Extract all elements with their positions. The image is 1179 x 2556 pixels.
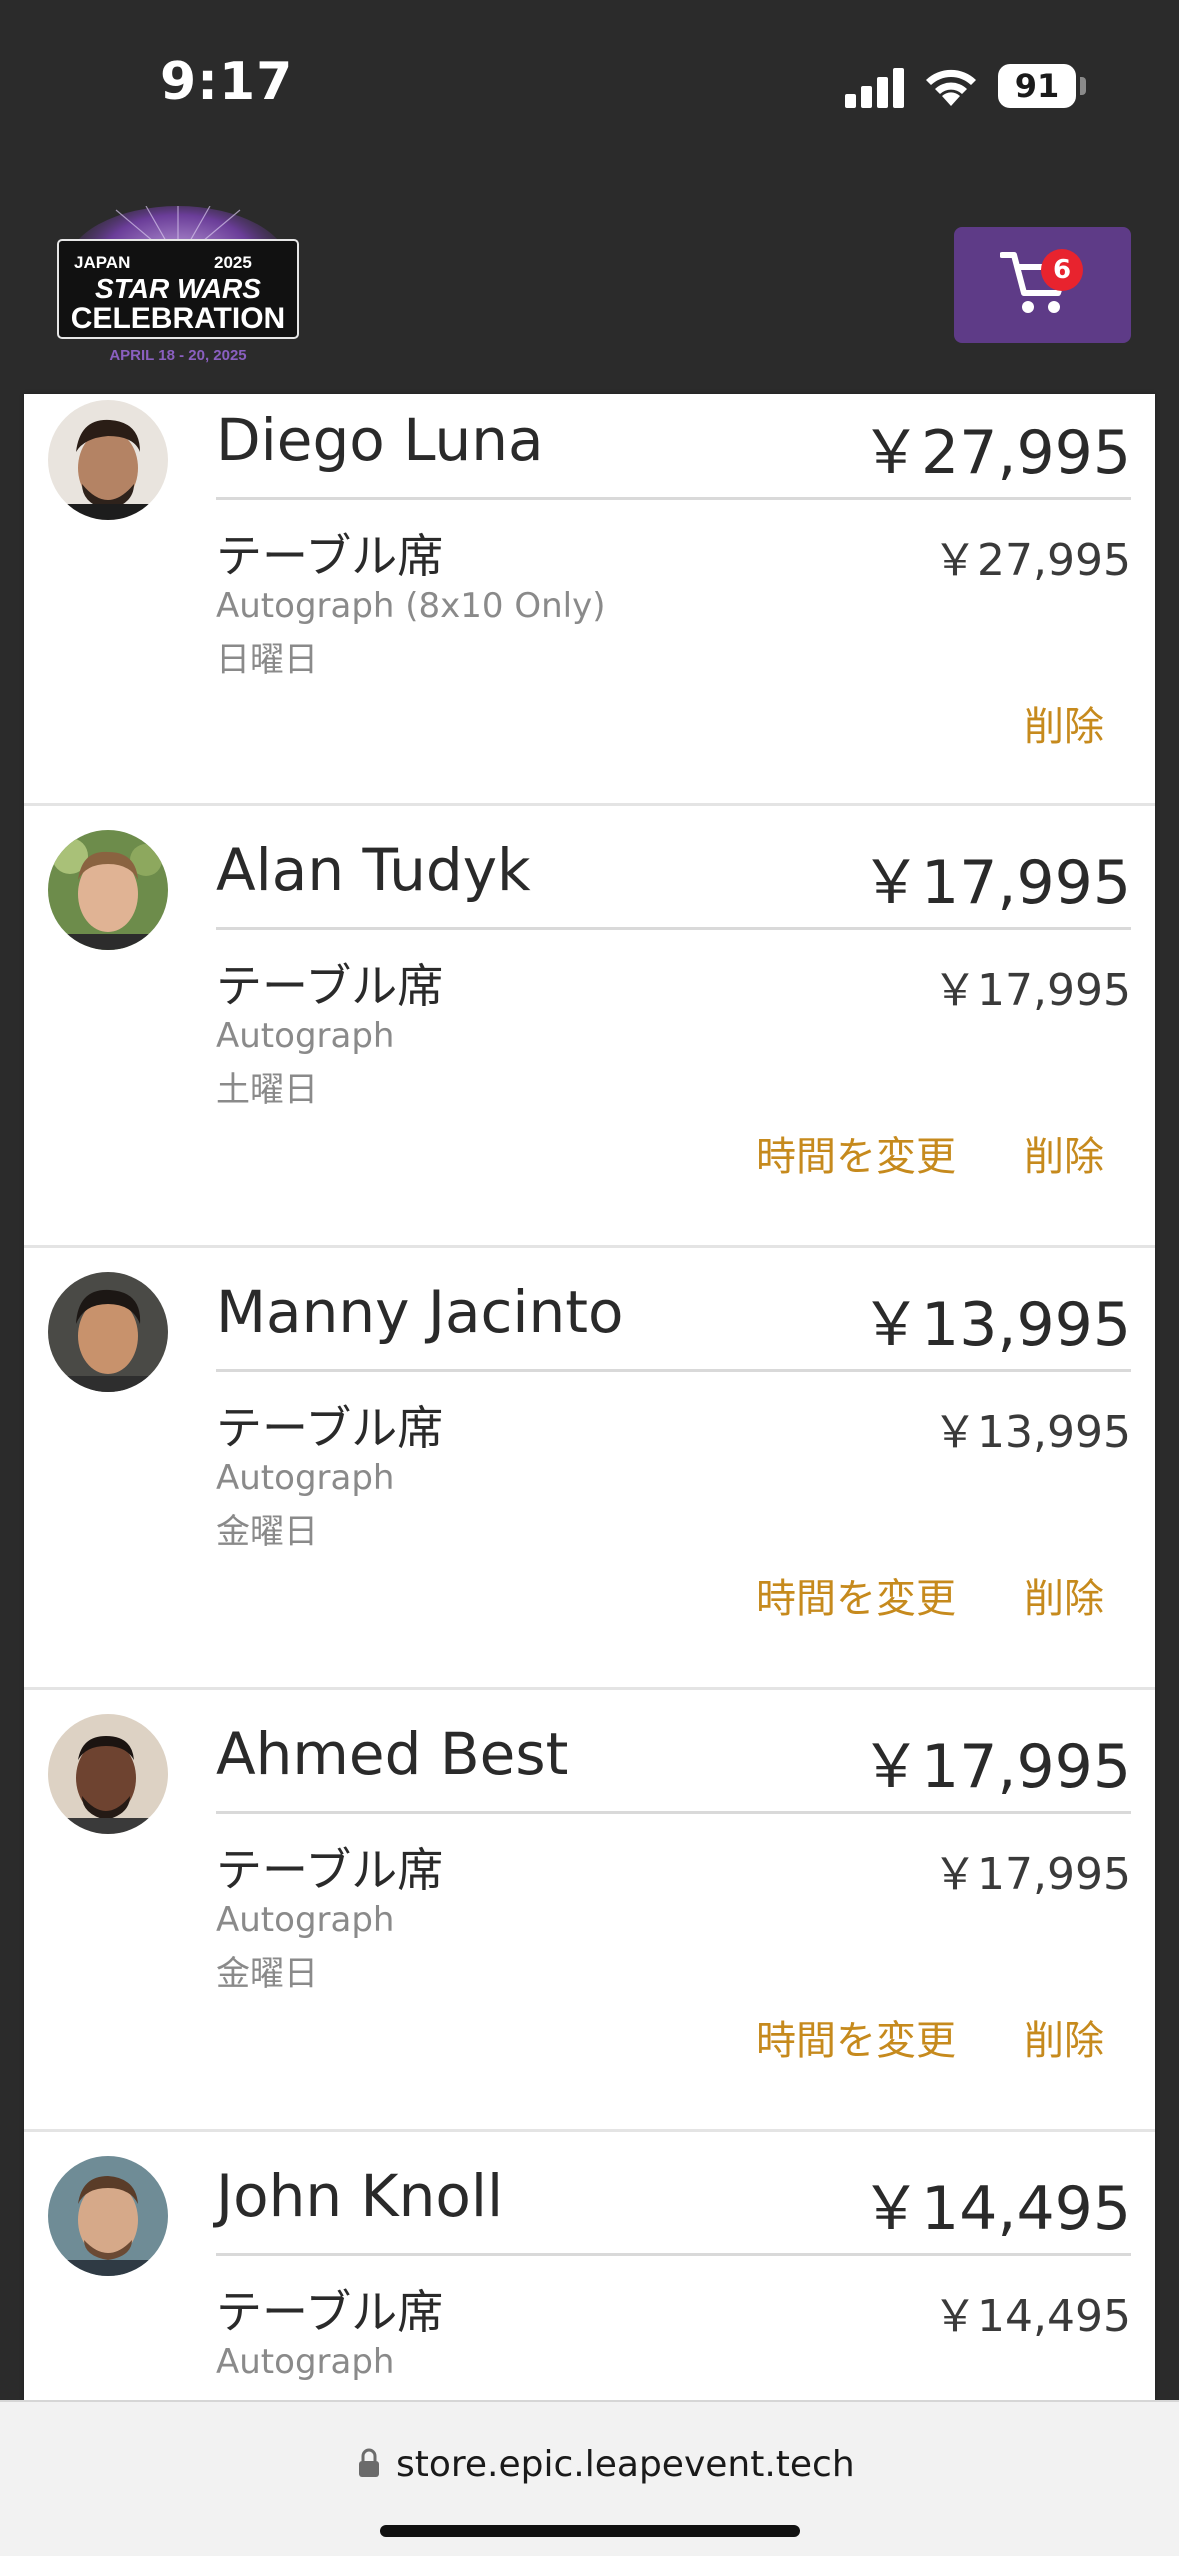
avatar (48, 830, 168, 950)
item-variant: Autograph (216, 1458, 395, 1498)
cart-item: Alan Tudyk ￥17,995 テーブル席 ￥17,995 Autogra… (24, 806, 1155, 1248)
item-day: 金曜日 (216, 1512, 318, 1552)
cart-item: John Knoll ￥14,495 テーブル席 ￥14,495 Autogra… (24, 2132, 1155, 2400)
line-price: ￥27,995 (933, 535, 1131, 586)
item-name: John Knoll (216, 2162, 504, 2230)
item-variant: Autograph (216, 2342, 395, 2382)
divider (216, 497, 1131, 500)
battery-indicator: 91 (998, 64, 1076, 108)
item-name: Manny Jacinto (216, 1278, 624, 1346)
logo-celebration: CELEBRATION (71, 302, 285, 335)
item-total: ￥13,995 (861, 1290, 1131, 1360)
seat-type: テーブル席 (216, 2285, 444, 2339)
line-price: ￥17,995 (933, 1849, 1131, 1900)
divider (216, 1811, 1131, 1814)
seat-type: テーブル席 (216, 959, 444, 1013)
change-time-button[interactable]: 時間を変更 (756, 2008, 956, 2066)
remove-button[interactable]: 削除 (1024, 694, 1104, 752)
avatar (48, 2156, 168, 2276)
status-bar: 9:17 91 (0, 0, 1179, 180)
item-name: Ahmed Best (216, 1720, 569, 1788)
avatar (48, 1714, 168, 1834)
seat-type: テーブル席 (216, 1401, 444, 1455)
status-time: 9:17 (160, 52, 294, 112)
item-total: ￥14,495 (861, 2174, 1131, 2244)
change-time-button[interactable]: 時間を変更 (756, 1124, 956, 1182)
line-price: ￥17,995 (933, 965, 1131, 1016)
item-day: 土曜日 (216, 1070, 318, 1110)
change-time-button[interactable]: 時間を変更 (756, 1566, 956, 1624)
lock-icon (359, 2448, 379, 2477)
logo-year: 2025 (214, 253, 252, 272)
item-variant: Autograph (216, 1016, 395, 1056)
browser-url-bar[interactable]: store.epic.leapevent.tech (0, 2400, 1179, 2556)
remove-button[interactable]: 削除 (1024, 2008, 1104, 2066)
cart-item: Manny Jacinto ￥13,995 テーブル席 ￥13,995 Auto… (24, 1248, 1155, 1690)
item-day: 金曜日 (216, 1954, 318, 1994)
line-price: ￥14,495 (933, 2291, 1131, 2342)
item-name: Alan Tudyk (216, 836, 531, 904)
star-wars-celebration-logo[interactable]: JAPAN 2025 STAR WARS CELEBRATION APRIL 1… (56, 206, 300, 366)
battery-cap (1080, 77, 1086, 95)
item-variant: Autograph (216, 1900, 395, 1940)
cellular-signal-icon (845, 68, 904, 108)
cart-count-badge: 6 (1041, 249, 1083, 291)
seat-type: テーブル席 (216, 1843, 444, 1897)
cart-item: Diego Luna ￥27,995 テーブル席 ￥27,995 Autogra… (24, 394, 1155, 806)
logo-japan: JAPAN (74, 253, 130, 272)
line-price: ￥13,995 (933, 1407, 1131, 1458)
avatar (48, 400, 168, 520)
item-day: 日曜日 (216, 640, 318, 680)
cart-button[interactable]: 6 (954, 227, 1131, 343)
item-name: Diego Luna (216, 406, 544, 474)
cart-item: Ahmed Best ￥17,995 テーブル席 ￥17,995 Autogra… (24, 1690, 1155, 2132)
logo-star-wars: STAR WARS (95, 273, 261, 304)
seat-type: テーブル席 (216, 529, 444, 583)
item-total: ￥27,995 (861, 418, 1131, 488)
remove-button[interactable]: 削除 (1024, 1124, 1104, 1182)
avatar (48, 1272, 168, 1392)
wifi-icon (926, 69, 976, 106)
divider (216, 2253, 1131, 2256)
item-total: ￥17,995 (861, 848, 1131, 918)
item-variant: Autograph (8x10 Only) (216, 586, 606, 626)
logo-dates: APRIL 18 - 20, 2025 (109, 347, 246, 364)
divider (216, 1369, 1131, 1372)
remove-button[interactable]: 削除 (1024, 1566, 1104, 1624)
home-indicator[interactable] (380, 2525, 800, 2537)
app-header: JAPAN 2025 STAR WARS CELEBRATION APRIL 1… (0, 180, 1179, 394)
url-text[interactable]: store.epic.leapevent.tech (396, 2444, 855, 2485)
cart-list: Diego Luna ￥27,995 テーブル席 ￥27,995 Autogra… (24, 394, 1155, 2400)
item-total: ￥17,995 (861, 1732, 1131, 1802)
divider (216, 927, 1131, 930)
